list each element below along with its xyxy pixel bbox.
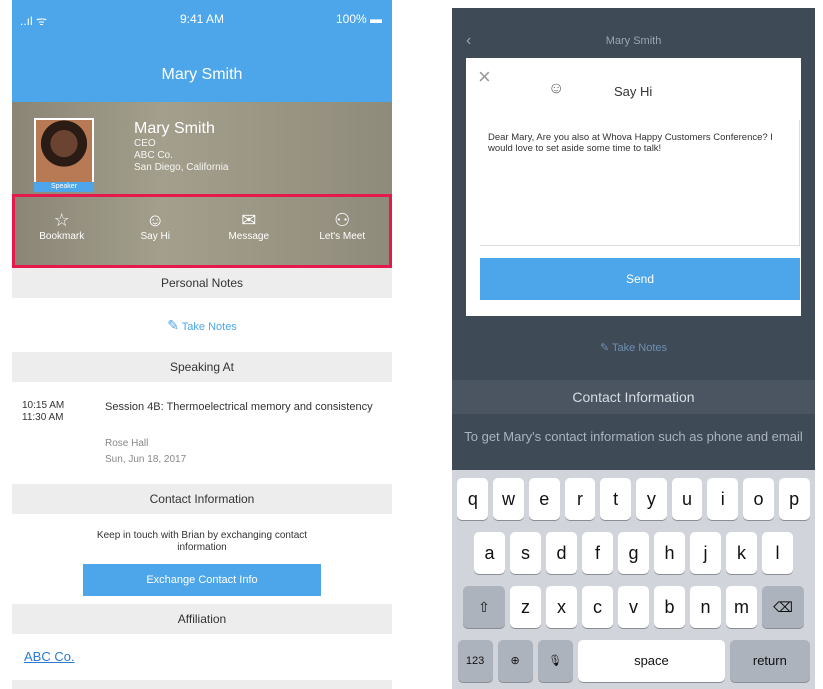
key-d[interactable]: d — [546, 532, 577, 574]
say-hi-button[interactable]: ☺ Say Hi — [109, 197, 203, 265]
key-v[interactable]: v — [618, 586, 649, 628]
key-i[interactable]: i — [707, 478, 739, 520]
star-icon: ☆ — [53, 210, 70, 230]
session-date: Sun, Jun 18, 2017 — [105, 454, 187, 465]
profile-name: Mary Smith — [134, 120, 215, 137]
say-hi-screen: ‹ Mary Smith ✎ Take Notes Contact Inform… — [452, 8, 815, 689]
keyboard-row-2: a s d f g h j k l — [455, 532, 812, 574]
session-details: Rose Hall Sun, Jun 18, 2017 — [105, 436, 186, 468]
profile-header: Speaker Mary Smith CEO ABC Co. San Diego… — [12, 102, 392, 268]
key-u[interactable]: u — [671, 478, 703, 520]
lets-meet-button[interactable]: ⚇ Let's Meet — [296, 197, 390, 265]
keyboard-row-4: 123 ⊕ 🎙 space return — [455, 640, 812, 682]
smile-chat-icon: ☺ — [548, 80, 565, 97]
envelope-icon: ✉ — [241, 210, 257, 230]
key-z[interactable]: z — [510, 586, 541, 628]
key-x[interactable]: x — [546, 586, 577, 628]
key-k[interactable]: k — [726, 532, 757, 574]
status-bar: ..ıl ᯤ 9:41 AM 100% ▬ — [12, 0, 392, 48]
numbers-key[interactable]: 123 — [457, 640, 493, 682]
contact-heading: Contact Information — [12, 484, 392, 514]
close-icon[interactable]: × — [478, 64, 491, 90]
key-n[interactable]: n — [690, 586, 721, 628]
microphone-icon[interactable]: 🎙 — [537, 640, 573, 682]
key-r[interactable]: r — [564, 478, 596, 520]
key-o[interactable]: o — [743, 478, 774, 520]
key-f[interactable]: f — [582, 532, 613, 574]
keyboard: q w e r t y u i o p a s d f g h j k l ⇧ … — [452, 470, 815, 689]
nav-title-dimmed: Mary Smith — [605, 35, 662, 47]
speaking-at-heading: Speaking At — [12, 352, 392, 382]
contact-section: Keep in touch with Brian by exchanging c… — [12, 514, 392, 604]
key-a[interactable]: a — [474, 532, 505, 574]
profile-info: Mary Smith CEO ABC Co. San Diego, Califo… — [134, 120, 229, 174]
contact-text-dimmed: To get Mary's contact information such a… — [464, 429, 803, 444]
key-j[interactable]: j — [690, 532, 721, 574]
nav-bar-dimmed: ‹ Mary Smith — [452, 28, 815, 54]
say-hi-label: Say Hi — [140, 231, 170, 242]
space-key[interactable]: space — [577, 640, 726, 682]
send-button[interactable]: Send — [480, 258, 800, 300]
key-m[interactable]: m — [726, 586, 757, 628]
exchange-contact-button[interactable]: Exchange Contact Info — [83, 564, 321, 596]
message-textarea[interactable]: Dear Mary, Are you also at Whova Happy C… — [480, 120, 800, 246]
session-item[interactable]: 10:15 AM 11:30 AM Session 4B: Thermoelec… — [12, 382, 392, 484]
affiliation-section: ABC Co. — [12, 634, 392, 680]
shift-key[interactable]: ⇧ — [463, 586, 505, 628]
session-end: 11:30 AM — [22, 412, 64, 423]
bookmark-button[interactable]: ☆ Bookmark — [15, 197, 109, 265]
pencil-icon: ✎ — [167, 317, 179, 333]
battery-icon: 100% ▬ — [335, 12, 382, 26]
key-c[interactable]: c — [582, 586, 613, 628]
take-notes-label: Take Notes — [181, 321, 237, 333]
profile-location: San Diego, California — [134, 162, 229, 173]
bookmark-label: Bookmark — [39, 231, 85, 242]
contact-heading-dimmed: Contact Information — [452, 380, 815, 414]
profile-title: CEO — [134, 138, 156, 149]
delete-key[interactable]: ⌫ — [762, 586, 804, 628]
status-bar-dimmed — [452, 8, 815, 28]
session-room: Rose Hall — [105, 438, 149, 449]
action-bar: ☆ Bookmark ☺ Say Hi ✉ Message ⚇ Let's Me… — [12, 194, 392, 268]
key-y[interactable]: y — [636, 478, 667, 520]
key-l[interactable]: l — [762, 532, 793, 574]
key-t[interactable]: t — [600, 478, 631, 520]
personal-notes-heading: Personal Notes — [12, 268, 392, 298]
session-title: Session 4B: Thermoelectrical memory and … — [105, 401, 373, 413]
affiliation-link[interactable]: ABC Co. — [24, 649, 75, 664]
take-notes-button[interactable]: ✎ Take Notes — [12, 298, 392, 352]
message-label: Message — [228, 231, 270, 242]
affiliation-heading: Affiliation — [12, 604, 392, 634]
speaker-badge: Speaker — [34, 182, 94, 192]
globe-icon[interactable]: ⊕ — [497, 640, 533, 682]
return-key[interactable]: return — [730, 640, 810, 682]
profile-company: ABC Co. — [134, 150, 173, 161]
session-start: 10:15 AM — [22, 400, 65, 411]
key-b[interactable]: b — [654, 586, 685, 628]
key-e[interactable]: e — [528, 478, 560, 520]
nav-title: Mary Smith — [12, 48, 392, 102]
smile-chat-icon: ☺ — [146, 210, 165, 230]
say-hi-dialog: × ☺ Say Hi Dear Mary, Are you also at Wh… — [466, 58, 801, 316]
key-w[interactable]: w — [493, 478, 524, 520]
dialog-title: Say Hi — [614, 84, 653, 99]
avatar[interactable] — [34, 118, 94, 184]
lets-meet-label: Let's Meet — [319, 231, 366, 242]
meet-icon: ⚇ — [334, 210, 351, 230]
contact-description: Keep in touch with Brian by exchanging c… — [96, 530, 308, 553]
back-icon[interactable]: ‹ — [466, 28, 471, 54]
take-notes-dimmed: ✎ Take Notes — [599, 342, 668, 354]
key-q[interactable]: q — [457, 478, 489, 520]
profile-screen: ..ıl ᯤ 9:41 AM 100% ▬ Mary Smith Speaker… — [12, 0, 392, 689]
key-h[interactable]: h — [654, 532, 685, 574]
session-time: 10:15 AM 11:30 AM — [22, 400, 64, 424]
message-button[interactable]: ✉ Message — [202, 197, 296, 265]
keyboard-row-3: ⇧ z x c v b n m ⌫ — [455, 586, 812, 628]
keyboard-row-1: q w e r t y u i o p — [455, 478, 812, 520]
key-s[interactable]: s — [510, 532, 541, 574]
key-p[interactable]: p — [778, 478, 810, 520]
key-g[interactable]: g — [618, 532, 649, 574]
